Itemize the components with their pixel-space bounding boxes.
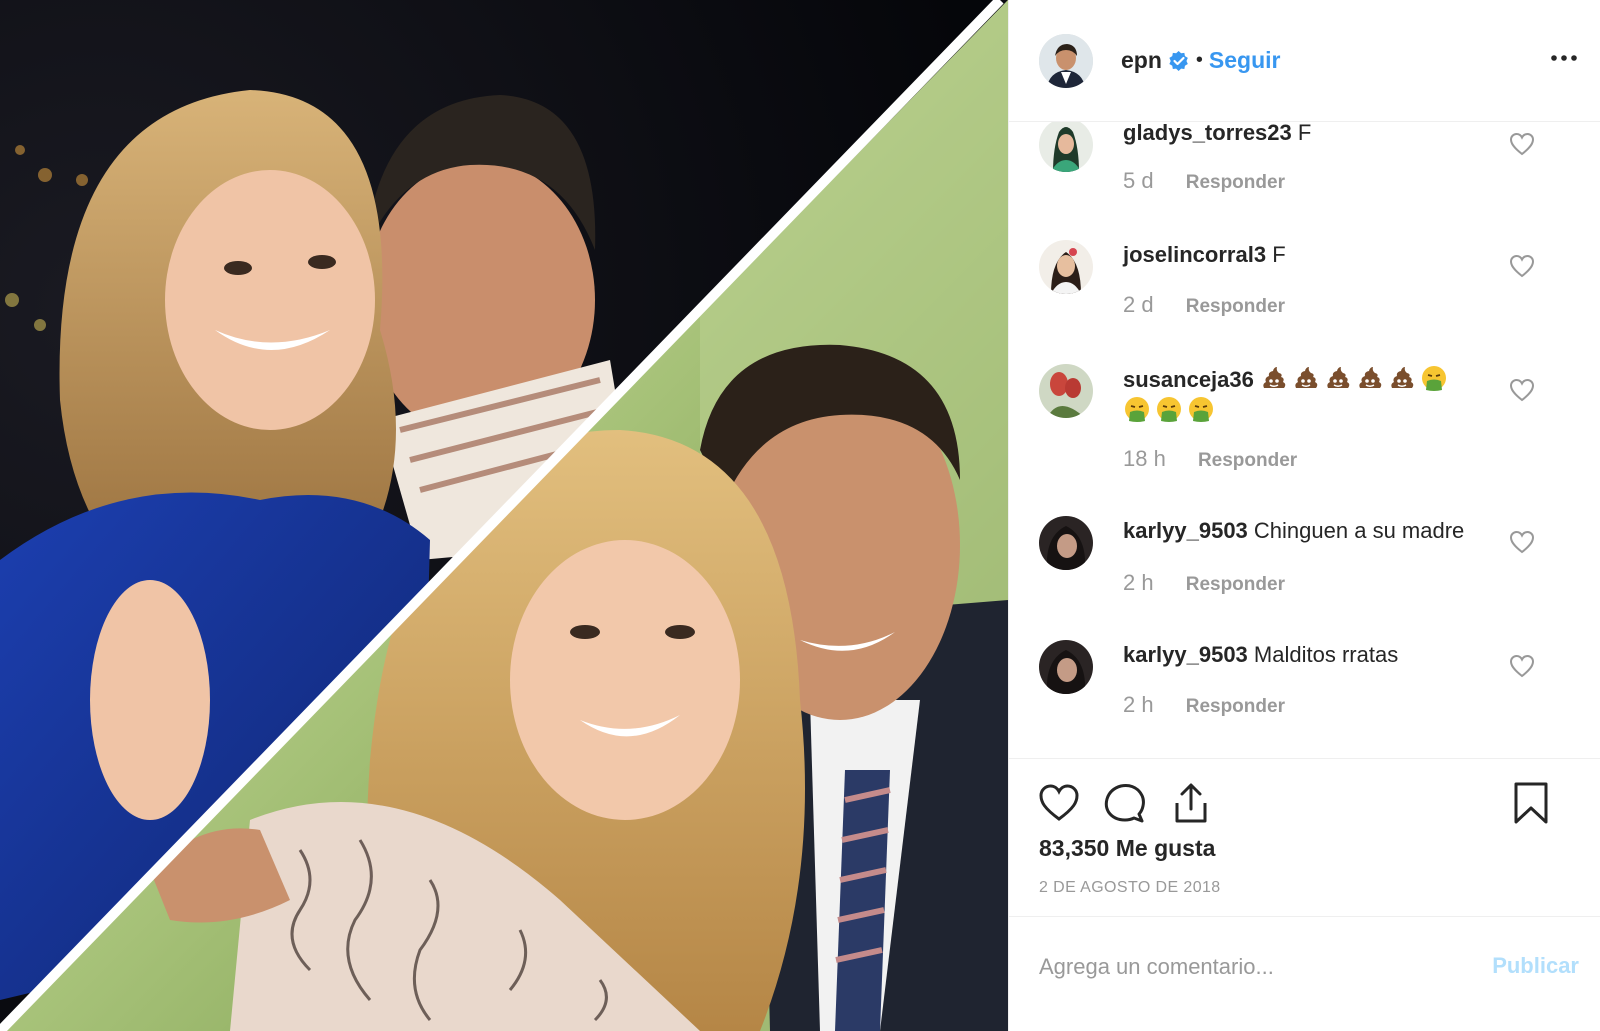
share-icon[interactable] [1169,781,1213,825]
comment-username[interactable]: susanceja36 [1123,367,1254,392]
comment-avatar[interactable] [1039,240,1093,294]
post-sidebar: epn • Seguir gladys_torres23 F 5 d Respo… [1008,0,1600,1031]
comment-time: 2 h [1123,570,1154,595]
post-header: epn • Seguir [1009,0,1600,122]
comment-avatar[interactable] [1039,640,1093,694]
comment-avatar[interactable] [1039,516,1093,570]
verified-icon [1169,50,1189,71]
vomit-emoji [1420,364,1448,392]
comment-avatar[interactable] [1039,122,1093,172]
comment-username[interactable]: gladys_torres23 [1123,122,1292,145]
poop-emoji [1356,364,1384,392]
vomit-emoji [1187,395,1215,423]
heart-icon[interactable] [1509,378,1535,402]
comment-text: Chinguen a su madre [1253,518,1465,543]
heart-icon[interactable] [1509,530,1535,554]
reply-button[interactable]: Responder [1186,172,1285,194]
reply-button[interactable]: Responder [1186,296,1285,318]
poop-emoji [1292,364,1320,392]
avatar[interactable] [1039,33,1093,88]
bookmark-icon[interactable] [1509,781,1553,825]
comment-time: 18 h [1123,446,1166,471]
comment-time: 2 h [1123,692,1154,717]
poop-emoji [1388,364,1416,392]
comment-time: 5 d [1123,168,1154,193]
post-image [0,0,1008,1031]
post-actions: 83,350 Me gusta 2 DE AGOSTO DE 2018 [1009,758,1600,914]
heart-icon[interactable] [1509,654,1535,678]
comment-time: 2 d [1123,292,1154,317]
reply-button[interactable]: Responder [1186,574,1285,596]
poop-emoji [1324,364,1352,392]
comment-icon[interactable] [1103,781,1147,825]
comment-username[interactable]: karlyy_9503 [1123,518,1248,543]
post-photo[interactable] [0,0,1008,1031]
heart-icon[interactable] [1509,254,1535,278]
comment-username[interactable]: joselincorral3 [1123,242,1266,267]
heart-icon[interactable] [1037,781,1081,825]
comment-avatar[interactable] [1039,364,1093,418]
comment-text: F [1272,242,1286,267]
more-options-icon[interactable] [1549,48,1579,68]
reply-button[interactable]: Responder [1198,450,1297,472]
heart-icon[interactable] [1509,132,1535,156]
post-date: 2 DE AGOSTO DE 2018 [1039,879,1221,896]
reply-button[interactable]: Responder [1186,696,1285,718]
comment-text: Malditos rratas [1253,642,1399,667]
follow-button[interactable]: Seguir [1209,47,1281,74]
vomit-emoji [1123,395,1151,423]
comment-text: F [1297,122,1312,145]
separator-dot: • [1195,49,1203,71]
comments-list[interactable]: gladys_torres23 F 5 d Responder joselinc… [1009,122,1600,758]
likes-count[interactable]: 83,350 Me gusta [1039,835,1215,862]
poop-emoji [1260,364,1288,392]
publish-button[interactable]: Publicar [1492,953,1579,979]
vomit-emoji [1155,395,1183,423]
add-comment-bar: Publicar [1009,916,1600,1031]
comment-username[interactable]: karlyy_9503 [1123,642,1248,667]
post-username[interactable]: epn [1121,47,1162,74]
comment-input[interactable] [1039,947,1439,987]
